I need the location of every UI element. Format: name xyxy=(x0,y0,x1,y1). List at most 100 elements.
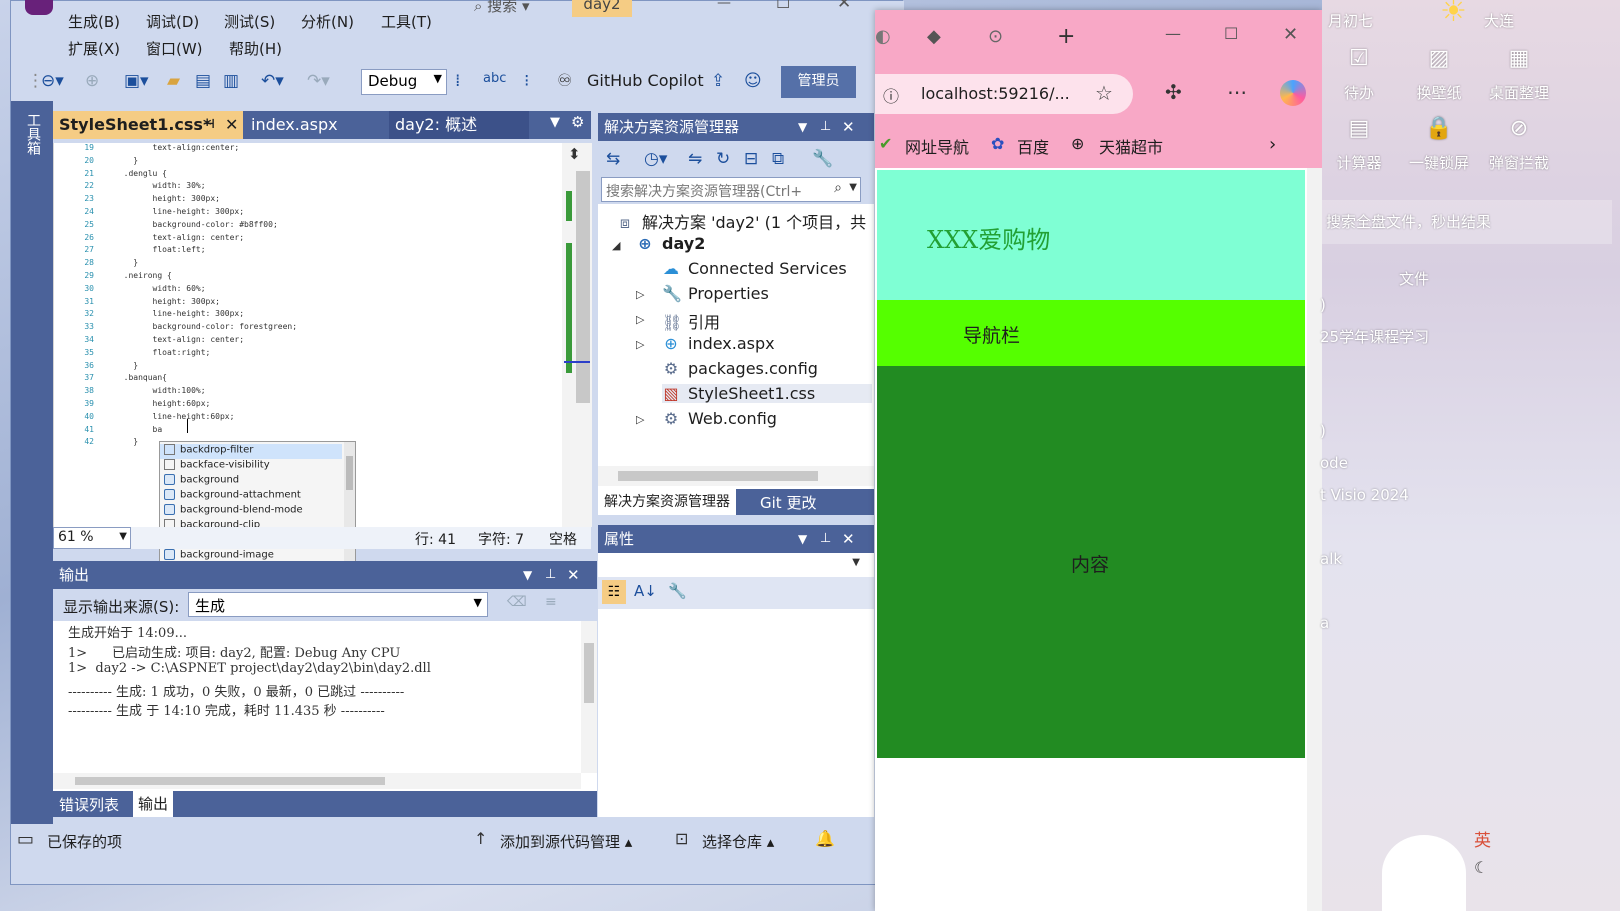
collapse-all-icon[interactable]: ⊟ xyxy=(744,149,758,169)
menu-window[interactable]: 窗口(W) xyxy=(146,38,203,59)
copy-icon[interactable]: ⧉ xyxy=(772,149,784,169)
browser-maximize-button[interactable]: ☐ xyxy=(1224,24,1238,43)
editor-scrollbar[interactable]: ⬍ xyxy=(562,143,592,527)
menu-debug[interactable]: 调试(D) xyxy=(146,11,199,32)
tree-item[interactable]: ☁ Connected Services xyxy=(662,259,847,278)
tree-solution-root[interactable]: ⧈ 解决方案 'day2' (1 个项目，共 xyxy=(616,209,866,233)
recent-file-item[interactable]: ode xyxy=(1320,454,1348,472)
sync-icon[interactable]: ⇋ xyxy=(688,149,702,169)
menu-build[interactable]: 生成(B) xyxy=(68,11,120,32)
se-pin-icon[interactable]: ⊥ xyxy=(820,113,831,141)
history-icon[interactable]: ◷▾ xyxy=(644,149,667,169)
tab-icon[interactable]: ◆ xyxy=(927,26,941,47)
widget-shortcut[interactable]: ☑ 待办 xyxy=(1324,46,1394,106)
extensions-icon[interactable]: ✣ xyxy=(1165,80,1182,104)
code-line[interactable]: } xyxy=(114,258,138,271)
file-search-text[interactable]: 搜索全盘文件，秒出结果 xyxy=(1326,211,1491,232)
intellisense-item[interactable]: backface-visibility xyxy=(160,459,342,474)
menu-test[interactable]: 测试(S) xyxy=(224,11,275,32)
solution-search-input[interactable]: 搜索解决方案资源管理器(Ctrl+ ⌕ ▼ xyxy=(601,177,861,202)
overflow-icon[interactable]: ⁝ xyxy=(524,71,529,91)
favorite-star-icon[interactable]: ☆ xyxy=(1095,81,1113,105)
expand-arrow-icon[interactable]: ▷ xyxy=(636,413,644,426)
output-text-area[interactable]: 生成开始于 14:09... 1> 已启动生成: 项目: day2, 配置: De… xyxy=(53,621,597,791)
minimize-button[interactable]: — xyxy=(717,0,731,11)
code-line[interactable]: text-align: center; xyxy=(114,233,245,246)
tab-index-aspx[interactable]: index.aspx xyxy=(245,111,385,139)
browser-close-button[interactable]: ✕ xyxy=(1283,24,1298,45)
code-line[interactable]: width:100%; xyxy=(114,386,206,399)
recent-file-item[interactable]: t Visio 2024 xyxy=(1320,486,1409,504)
alphabetical-icon[interactable]: A↓ xyxy=(634,582,657,600)
tab-output[interactable]: 输出 xyxy=(133,791,174,817)
widget-shortcut[interactable]: ▨ 换壁纸 xyxy=(1404,46,1474,106)
recent-file-item[interactable]: ) xyxy=(1320,422,1326,440)
widget-shortcut[interactable]: 🔒 一键锁屏 xyxy=(1404,116,1474,176)
code-line[interactable]: text-align:center; xyxy=(114,143,240,156)
intellisense-scrollbar[interactable] xyxy=(344,442,355,578)
refresh-icon[interactable]: ↻ xyxy=(716,149,730,169)
tab-git-changes[interactable]: Git 更改 xyxy=(760,492,816,513)
switch-view-icon[interactable]: ⇆ xyxy=(606,149,620,169)
favorites-more-icon[interactable]: › xyxy=(1269,134,1276,155)
fav-tmall[interactable]: 天猫超市 xyxy=(1099,134,1163,158)
code-line[interactable]: height: 300px; xyxy=(114,194,220,207)
pin-icon[interactable]: ⊣ xyxy=(203,111,215,139)
configuration-select[interactable]: Debug ▼ xyxy=(361,69,447,95)
code-line[interactable]: } xyxy=(114,361,138,374)
code-line[interactable]: ba xyxy=(114,425,163,438)
clear-output-icon[interactable]: ⌫ xyxy=(507,594,527,610)
tab-overview[interactable]: day2: 概述 xyxy=(389,111,529,139)
recent-file-item[interactable]: ) xyxy=(1320,296,1326,314)
solution-hscrollbar[interactable] xyxy=(598,466,874,486)
props-close-icon[interactable]: ✕ xyxy=(842,525,855,553)
code-line[interactable]: background-color: forestgreen; xyxy=(114,322,298,335)
new-project-icon[interactable]: ▣▾ xyxy=(124,71,149,91)
forward-icon[interactable]: ⊕ xyxy=(85,71,99,91)
search-box[interactable]: ⌕ 搜索 ▾ xyxy=(474,0,530,16)
code-line[interactable]: height:60px; xyxy=(114,399,211,412)
menu-analyze[interactable]: 分析(N) xyxy=(301,11,354,32)
code-line[interactable]: line-height: 300px; xyxy=(114,207,245,220)
properties-wrench-icon[interactable]: 🔧 xyxy=(812,149,833,169)
select-repo[interactable]: 选择仓库 ▴ xyxy=(702,831,774,852)
code-line[interactable]: float:left; xyxy=(114,245,206,258)
recent-file-item[interactable]: alk xyxy=(1320,550,1342,568)
tree-item[interactable]: ⛓ 引用 xyxy=(662,309,720,333)
widget-shortcut[interactable]: ▤ 计算器 xyxy=(1324,116,1394,176)
code-line[interactable]: .denglu { xyxy=(114,169,167,182)
copilot-icon[interactable] xyxy=(1280,80,1306,106)
widget-shortcut[interactable]: ▦ 桌面整理 xyxy=(1484,46,1554,106)
spell-check-icon[interactable]: abc xyxy=(483,71,506,86)
word-wrap-icon[interactable]: ≡ xyxy=(545,594,557,610)
tree-item[interactable]: ⚙ Web.config xyxy=(662,409,777,428)
panel-close-icon[interactable]: ✕ xyxy=(567,561,580,589)
code-line[interactable]: line-height:60px; xyxy=(114,412,235,425)
tree-item[interactable]: ⚙ packages.config xyxy=(662,359,818,378)
output-scrollbar[interactable] xyxy=(581,621,597,773)
save-all-icon[interactable]: ▥ xyxy=(223,71,239,91)
file-search-box[interactable]: 搜索全盘文件，秒出结果 xyxy=(1322,200,1612,244)
browser-scrollbar[interactable] xyxy=(1307,168,1322,911)
output-source-select[interactable]: 生成 ▼ xyxy=(188,592,488,617)
fav-baidu[interactable]: 百度 xyxy=(1017,134,1049,158)
code-line[interactable]: .neirong { xyxy=(114,271,172,284)
tree-item[interactable]: 🔧 Properties xyxy=(662,284,769,303)
se-dropdown-icon[interactable]: ▼ xyxy=(798,113,807,141)
mascot-image[interactable] xyxy=(1382,835,1466,911)
expand-arrow-icon[interactable]: ▷ xyxy=(636,288,644,301)
recent-file-item[interactable]: 25学年课程学习 xyxy=(1320,326,1429,347)
fav-nav-site[interactable]: 网址导航 xyxy=(905,134,969,158)
admin-button[interactable]: 管理员 xyxy=(781,66,856,98)
tab-solution-explorer[interactable]: 解决方案资源管理器 xyxy=(598,489,736,515)
code-line[interactable]: } xyxy=(114,156,138,169)
save-icon[interactable]: ▤ xyxy=(195,71,211,91)
tree-project[interactable]: ⊕ day2 xyxy=(636,234,705,253)
more-menu-icon[interactable]: ⋯ xyxy=(1227,80,1247,104)
widget-shortcut[interactable]: ⊘ 弹窗拦截 xyxy=(1484,116,1554,176)
panel-dropdown-icon[interactable]: ▼ xyxy=(523,561,532,589)
tab-dropdown-icon[interactable]: ▼ xyxy=(550,115,560,130)
props-dropdown-icon[interactable]: ▼ xyxy=(798,525,807,553)
zoom-select[interactable]: 61 % ▼ xyxy=(53,527,131,549)
undo-icon[interactable]: ↶▾ xyxy=(261,71,284,91)
